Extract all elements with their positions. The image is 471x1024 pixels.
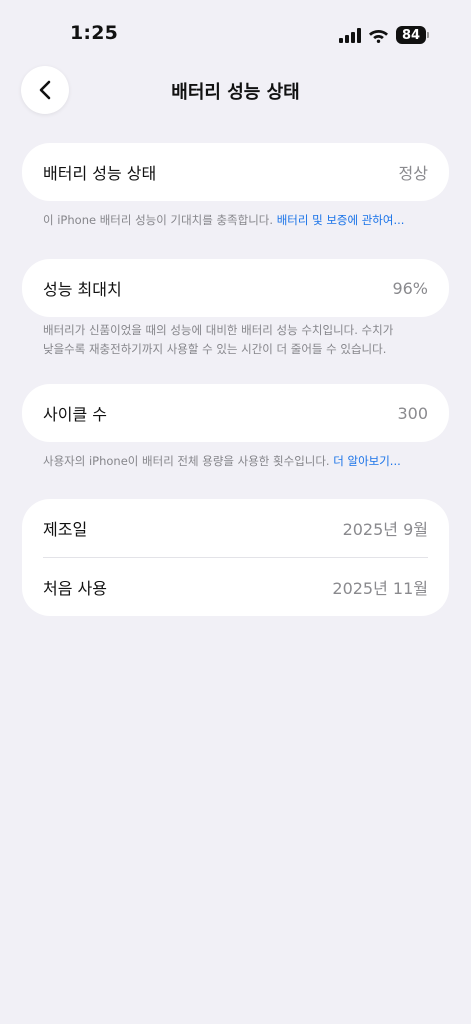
manufacture-date-label: 제조일 — [43, 520, 88, 539]
max-capacity-value: 96% — [392, 278, 428, 298]
battery-icon: 84 — [396, 26, 429, 44]
cycle-count-value: 300 — [397, 403, 428, 423]
battery-health-value: 정상 — [398, 164, 428, 183]
first-use-value: 2025년 11월 — [332, 579, 428, 598]
max-capacity-card: 성능 최대치 96% — [22, 259, 449, 317]
cycle-count-card: 사이클 수 300 — [22, 384, 449, 442]
first-use-label: 처음 사용 — [43, 579, 107, 598]
max-capacity-footnote: 배터리가 신품이었을 때의 성능에 대비한 배터리 성능 수치입니다. 수치가 … — [43, 321, 438, 359]
battery-health-footnote-text: 이 iPhone 배터리 성능이 기대치를 충족합니다. — [43, 213, 274, 227]
battery-health-row: 배터리 성능 상태 정상 — [22, 143, 449, 201]
page-title: 배터리 성능 상태 — [171, 82, 300, 103]
manufacture-date-value: 2025년 9월 — [342, 520, 428, 539]
status-bar: 1:25 84 — [0, 0, 471, 64]
dates-card: 제조일 2025년 9월 처음 사용 2025년 11월 — [22, 499, 449, 616]
learn-more-link[interactable]: 더 알아보기... — [333, 454, 401, 468]
cellular-signal-icon — [339, 27, 361, 43]
battery-health-card: 배터리 성능 상태 정상 — [22, 143, 449, 201]
first-use-row: 처음 사용 2025년 11월 — [22, 558, 449, 616]
wifi-icon — [369, 30, 388, 43]
cycle-count-row: 사이클 수 300 — [22, 384, 449, 442]
cycle-count-footnote: 사용자의 iPhone이 배터리 전체 용량을 사용한 횟수입니다. 더 알아보… — [43, 452, 438, 471]
max-capacity-row: 성능 최대치 96% — [22, 259, 449, 317]
navigation-bar: 배터리 성능 상태 — [0, 66, 471, 114]
battery-health-label: 배터리 성능 상태 — [43, 164, 157, 183]
max-capacity-footnote-line1: 배터리가 신품이었을 때의 성능에 대비한 배터리 성능 수치입니다. 수치가 — [43, 323, 394, 337]
max-capacity-footnote-line2: 낮을수록 재충전하기까지 사용할 수 있는 시간이 더 줄어들 수 있습니다. — [43, 342, 387, 356]
battery-warranty-link[interactable]: 배터리 및 보증에 관하여... — [277, 213, 405, 227]
max-capacity-label: 성능 최대치 — [43, 280, 122, 299]
battery-health-footnote: 이 iPhone 배터리 성능이 기대치를 충족합니다. 배터리 및 보증에 관… — [43, 211, 438, 230]
manufacture-date-row: 제조일 2025년 9월 — [22, 499, 449, 557]
cycle-count-label: 사이클 수 — [43, 405, 107, 424]
battery-level: 84 — [396, 26, 426, 44]
status-time: 1:25 — [70, 22, 119, 44]
status-icons: 84 — [339, 24, 429, 46]
cycle-count-footnote-text: 사용자의 iPhone이 배터리 전체 용량을 사용한 횟수입니다. — [43, 454, 330, 468]
